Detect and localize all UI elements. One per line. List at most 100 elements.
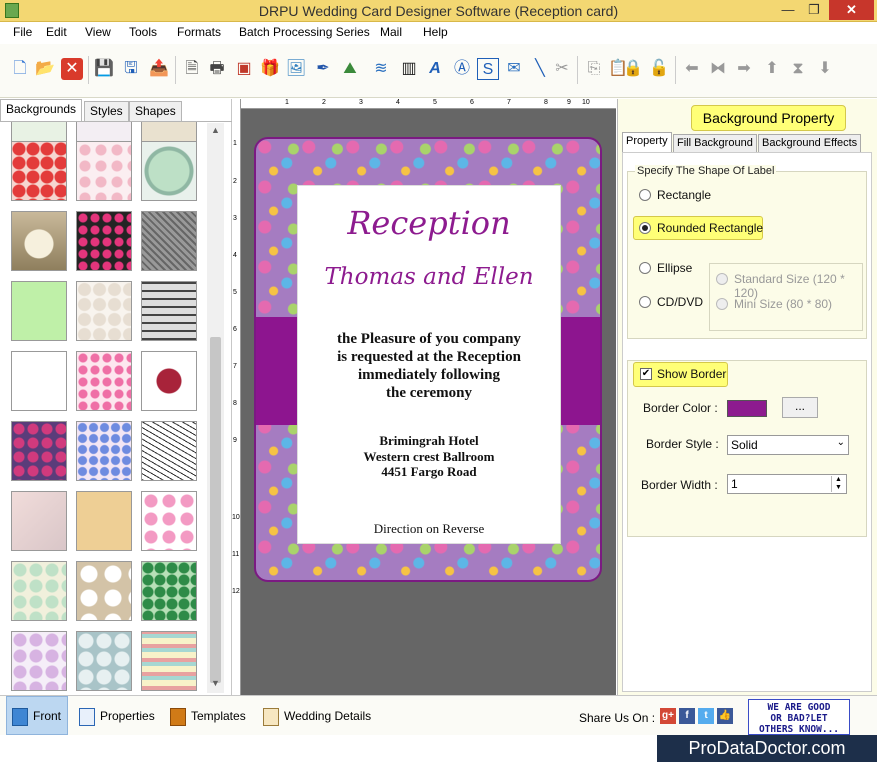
twitter-icon[interactable]: t	[698, 708, 714, 724]
layers-icon[interactable]: ▣	[233, 58, 255, 80]
background-thumbnail[interactable]	[141, 421, 197, 481]
background-thumbnail[interactable]	[11, 421, 67, 481]
scroll-thumb[interactable]	[210, 337, 221, 683]
tab-background-effects[interactable]: Background Effects	[758, 134, 862, 152]
background-thumbnail[interactable]	[76, 491, 132, 551]
wordart-icon[interactable]: ≋	[370, 58, 392, 80]
background-thumbnail[interactable]	[11, 211, 67, 271]
tab-shapes[interactable]: Shapes	[129, 101, 182, 121]
card-message[interactable]: the Pleasure of you company is requested…	[298, 330, 560, 402]
tab-backgrounds[interactable]: Backgrounds	[0, 99, 83, 121]
picture-dropdown-icon[interactable]: ⛰	[339, 58, 361, 80]
border-width-stepper[interactable]: 1 ▲ ▼	[727, 474, 847, 494]
background-thumbnail[interactable]	[141, 631, 197, 691]
border-color-browse-button[interactable]: ...	[782, 397, 818, 418]
menu-mail[interactable]: Mail	[380, 25, 402, 39]
border-color-swatch[interactable]	[727, 400, 767, 417]
design-canvas[interactable]: Reception Thomas and Ellen the Pleasure …	[241, 109, 616, 695]
close-button[interactable]: ✕	[829, 0, 874, 20]
background-thumbnail[interactable]	[141, 141, 197, 201]
reception-card[interactable]: Reception Thomas and Ellen the Pleasure …	[254, 137, 602, 582]
front-button[interactable]: Front	[6, 696, 68, 735]
cd-dvd-radio[interactable]	[639, 296, 651, 308]
background-thumbnail[interactable]	[76, 351, 132, 411]
line-icon[interactable]: ╲	[529, 58, 551, 80]
card-footer[interactable]: Direction on Reverse	[298, 521, 560, 537]
card-venue[interactable]: Brimingrah Hotel Western crest Ballroom …	[298, 433, 560, 480]
toolbar-separator	[88, 56, 89, 84]
close-file-icon[interactable]: ✕	[61, 58, 83, 80]
card-venue-line: Western crest Ballroom	[363, 448, 495, 464]
background-thumbnail[interactable]	[11, 351, 67, 411]
scroll-up-icon[interactable]: ▲	[207, 125, 224, 135]
background-thumbnail[interactable]	[11, 281, 67, 341]
tab-fill-background[interactable]: Fill Background	[673, 134, 757, 152]
chevron-down-icon: ⌄	[836, 437, 845, 448]
export-icon[interactable]: 📤	[148, 58, 170, 80]
barcode-icon[interactable]: ▥	[398, 58, 420, 80]
google-plus-icon[interactable]: g+	[660, 708, 676, 724]
maximize-button[interactable]: ❐	[801, 0, 827, 20]
border-style-select[interactable]: Solid ⌄	[727, 435, 849, 455]
new-icon[interactable]: 🗋	[9, 58, 31, 80]
rectangle-radio[interactable]	[639, 189, 651, 201]
templates-button[interactable]: Templates	[170, 702, 246, 730]
pen-icon[interactable]: ✒	[312, 58, 334, 80]
minimize-button[interactable]: —	[775, 0, 801, 20]
print-icon[interactable]: 🖶	[206, 58, 228, 80]
background-thumbnail[interactable]	[11, 491, 67, 551]
background-thumbnail[interactable]	[76, 561, 132, 621]
background-thumbnail[interactable]	[76, 281, 132, 341]
tab-property[interactable]: Property	[622, 132, 672, 152]
menu-formats[interactable]: Formats	[177, 25, 221, 39]
gift-icon[interactable]: 🎁	[259, 58, 281, 80]
background-thumbnail[interactable]	[141, 561, 197, 621]
standard-size-radio[interactable]	[716, 273, 728, 285]
mini-size-radio[interactable]	[716, 298, 728, 310]
facebook-icon[interactable]: f	[679, 708, 695, 724]
text-icon[interactable]: A	[424, 58, 446, 80]
scroll-down-icon[interactable]: ▼	[207, 678, 224, 688]
rounded-rectangle-radio[interactable]	[639, 222, 651, 234]
signature-icon[interactable]: S	[477, 58, 499, 80]
background-thumbnail[interactable]	[11, 141, 67, 201]
ellipse-radio[interactable]	[639, 262, 651, 274]
background-thumbnail[interactable]	[76, 421, 132, 481]
feedback-banner[interactable]: WE ARE GOOD OR BAD?LET OTHERS KNOW...	[748, 699, 850, 735]
background-thumbnail[interactable]	[76, 141, 132, 201]
properties-button[interactable]: Properties	[79, 702, 155, 730]
insert-image-icon[interactable]: 🖼	[285, 58, 307, 80]
card-names[interactable]: Thomas and Ellen	[298, 264, 560, 290]
save-as-icon[interactable]: 🖫	[120, 58, 142, 80]
background-thumbnail[interactable]	[11, 561, 67, 621]
menu-help[interactable]: Help	[423, 25, 448, 39]
email-icon[interactable]: ✉	[503, 58, 525, 80]
menu-tools[interactable]: Tools	[129, 25, 157, 39]
background-thumbnail[interactable]	[76, 631, 132, 691]
background-thumbnail[interactable]	[141, 281, 197, 341]
save-icon[interactable]: 💾	[93, 58, 115, 80]
tab-styles[interactable]: Styles	[84, 101, 129, 121]
menu-edit[interactable]: Edit	[46, 25, 67, 39]
menu-file[interactable]: File	[13, 25, 32, 39]
menu-batch-processing[interactable]: Batch Processing Series	[239, 25, 370, 39]
text-box-icon[interactable]: Ⓐ	[451, 58, 473, 80]
background-thumbnail[interactable]	[141, 491, 197, 551]
show-border-checkbox[interactable]: ✔	[640, 368, 652, 380]
open-folder-icon[interactable]: 📂	[34, 58, 56, 80]
background-thumbnail[interactable]	[11, 631, 67, 691]
stepper-arrows-icon[interactable]: ▲ ▼	[831, 476, 845, 492]
background-thumbnail[interactable]	[76, 211, 132, 271]
vertical-ruler: 1 2 3 4 5 6 7 8 9 10 11 12	[232, 99, 241, 695]
background-thumbnail[interactable]	[141, 351, 197, 411]
print-preview-icon[interactable]: 🗎	[181, 58, 203, 80]
background-thumbnail[interactable]	[141, 211, 197, 271]
bottom-bar: Front Properties Templates Wedding Detai…	[0, 695, 877, 735]
menu-view[interactable]: View	[85, 25, 111, 39]
card-title[interactable]: Reception	[298, 204, 560, 242]
card-text-area[interactable]: Reception Thomas and Ellen the Pleasure …	[297, 185, 561, 544]
wedding-details-button[interactable]: Wedding Details	[263, 702, 371, 730]
backgrounds-scrollbar[interactable]: ▲ ▼	[207, 123, 224, 693]
like-icon[interactable]: 👍	[717, 708, 733, 724]
feedback-line: WE ARE GOOD	[767, 702, 831, 713]
